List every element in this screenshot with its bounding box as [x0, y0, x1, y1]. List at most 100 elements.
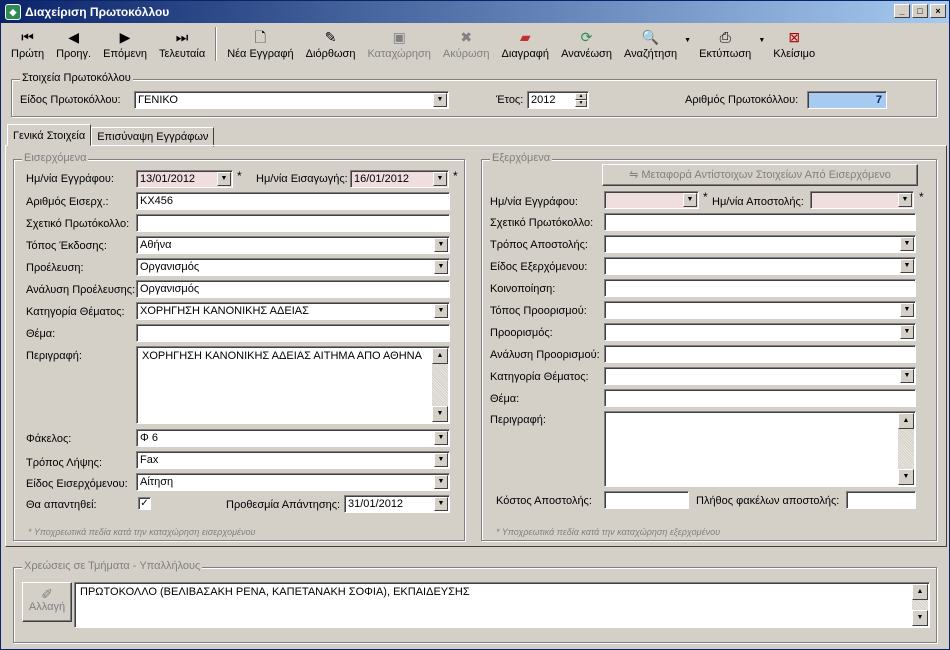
out-notify-field[interactable]: [604, 279, 916, 297]
chevron-down-icon[interactable]: ▼: [434, 431, 448, 445]
chevron-down-icon[interactable]: ▼: [900, 369, 914, 383]
transfer-button[interactable]: ⇋ Μεταφορά Αντίστοιχων Στοιχείων Από Εισ…: [602, 164, 918, 186]
protocol-number-field[interactable]: 7: [807, 91, 887, 109]
vertical-scrollbar[interactable]: ▲ ▼: [912, 584, 928, 626]
out-related-field[interactable]: [604, 213, 916, 231]
chevron-down-icon[interactable]: ▼: [434, 475, 448, 489]
chevron-down-icon[interactable]: ▼: [434, 304, 448, 318]
search-dropdown-icon[interactable]: ▼: [684, 37, 691, 44]
calendar-dropdown-icon[interactable]: ▼: [434, 497, 448, 511]
scroll-up-icon[interactable]: ▲: [898, 413, 914, 429]
chevron-down-icon[interactable]: ▼: [900, 259, 914, 273]
year-label: Έτος:: [496, 94, 524, 106]
in-place-label: Τόπος Έκδοσης:: [26, 240, 107, 252]
tab-general[interactable]: Γενικά Στοιχεία: [7, 124, 92, 146]
tab-attachments[interactable]: Επισύναψη Εγγράφων: [91, 127, 215, 147]
spin-down-icon[interactable]: ▼: [575, 100, 587, 107]
chevron-down-icon[interactable]: ▼: [433, 93, 447, 107]
chevron-down-icon[interactable]: ▼: [900, 237, 914, 251]
in-reply-checkbox[interactable]: ✓: [138, 497, 151, 510]
save-button[interactable]: ▣ Καταχώρηση: [361, 25, 436, 63]
in-subject-label: Θέμα:: [26, 328, 56, 340]
spinner-arrows-icon[interactable]: ▲ ▼: [575, 93, 587, 107]
delete-button[interactable]: ▰ Διαγραφή: [496, 25, 556, 63]
refresh-button[interactable]: ⟳ Ανανέωση: [555, 25, 618, 63]
chevron-down-icon[interactable]: ▼: [434, 238, 448, 252]
maximize-button[interactable]: □: [912, 4, 928, 18]
scroll-down-icon[interactable]: ▼: [912, 610, 928, 626]
out-doc-date-field[interactable]: ▼: [604, 191, 699, 209]
out-cost-field[interactable]: [604, 491, 689, 509]
in-doc-date-field[interactable]: 13/01/2012 ▼: [136, 170, 233, 188]
edit-button[interactable]: ✎ Διόρθωση: [300, 25, 362, 63]
last-button[interactable]: ⏭ Τελευταία: [153, 25, 211, 63]
chevron-down-icon[interactable]: ▼: [900, 325, 914, 339]
print-button[interactable]: ⎙ Εκτύπωση ▼: [693, 25, 765, 63]
first-button[interactable]: ⏮ Πρώτη: [5, 25, 50, 63]
out-subject-label: Θέμα:: [490, 393, 520, 405]
in-reply-label: Θα απαντηθεί:: [26, 499, 97, 511]
in-deadline-field[interactable]: 31/01/2012 ▼: [344, 495, 450, 513]
in-number-field[interactable]: ΚΧ456: [136, 192, 450, 210]
out-send-method-label: Τρόπος Αποστολής:: [490, 239, 588, 251]
in-description-textarea[interactable]: ΧΟΡΗΓΗΣΗ ΚΑΝΟΝΙΚΗΣ ΑΔΕΙΑΣ ΑΙΤΗΜΑ ΑΠΟ ΑΘΗ…: [136, 346, 450, 424]
search-button[interactable]: 🔍 Αναζήτηση ▼: [618, 25, 691, 63]
out-dest-detail-field[interactable]: [604, 345, 916, 363]
search-icon: 🔍: [641, 29, 660, 45]
out-description-textarea[interactable]: ▲ ▼: [604, 411, 916, 487]
in-origin-detail-field[interactable]: Οργανισμός: [136, 280, 450, 298]
edit-icon: ✎: [324, 29, 337, 45]
protocol-type-select[interactable]: ΓΕΝΙΚΟ ▼: [134, 91, 449, 109]
out-doc-date-label: Ημ/νία Εγγράφου:: [490, 196, 578, 208]
in-place-select[interactable]: Αθήνα ▼: [136, 236, 450, 254]
scroll-up-icon[interactable]: ▲: [912, 584, 928, 600]
minimize-button[interactable]: _: [894, 4, 910, 18]
scroll-down-icon[interactable]: ▼: [898, 469, 914, 485]
in-kind-select[interactable]: Αίτηση ▼: [136, 473, 450, 491]
close-window-button[interactable]: ×: [930, 4, 946, 18]
calendar-dropdown-icon[interactable]: ▼: [898, 193, 912, 207]
out-description-label: Περιγραφή:: [490, 414, 546, 426]
in-related-field[interactable]: [136, 214, 450, 232]
out-cost-label: Κόστος Αποστολής:: [496, 495, 592, 507]
title-bar[interactable]: ◆ Διαχείριση Πρωτοκόλλου _ □ ×: [1, 1, 949, 23]
chevron-down-icon[interactable]: ▼: [434, 260, 448, 274]
charges-textarea[interactable]: ΠΡΩΤΟΚΟΛΛΟ (ΒΕΛΙΒΑΣΑΚΗ ΡΕΝΑ, ΚΑΠΕΤΑΝΑΚΗ …: [74, 582, 930, 628]
chevron-down-icon[interactable]: ▼: [900, 303, 914, 317]
prev-button[interactable]: ◀ Προηγ.: [50, 25, 97, 63]
required-star: *: [237, 169, 242, 183]
change-button[interactable]: ✐ Αλλαγή: [22, 582, 72, 622]
vertical-scrollbar[interactable]: ▲ ▼: [432, 348, 448, 422]
out-send-date-field[interactable]: ▼: [810, 191, 914, 209]
in-origin-select[interactable]: Οργανισμός ▼: [136, 258, 450, 276]
scroll-up-icon[interactable]: ▲: [432, 348, 448, 364]
vertical-scrollbar[interactable]: ▲ ▼: [898, 413, 914, 485]
in-category-select[interactable]: ΧΟΡΗΓΗΣΗ ΚΑΝΟΝΙΚΗΣ ΑΔΕΙΑΣ ▼: [136, 302, 450, 320]
in-receipt-select[interactable]: Fax ▼: [136, 451, 450, 469]
next-button[interactable]: ▶ Επόμενη: [97, 25, 153, 63]
print-dropdown-icon[interactable]: ▼: [758, 37, 765, 44]
out-send-method-select[interactable]: ▼: [604, 235, 916, 253]
close-button[interactable]: ⊠ Κλείσιμο: [767, 25, 821, 63]
in-entry-date-field[interactable]: 16/01/2012 ▼: [350, 170, 449, 188]
in-number-label: Αριθμός Εισερχ.:: [26, 196, 109, 208]
calendar-dropdown-icon[interactable]: ▼: [433, 172, 447, 186]
cancel-button[interactable]: ✖ Ακύρωση: [437, 25, 496, 63]
spin-up-icon[interactable]: ▲: [575, 93, 587, 100]
calendar-dropdown-icon[interactable]: ▼: [217, 172, 231, 186]
scroll-down-icon[interactable]: ▼: [432, 406, 448, 422]
out-dest-select[interactable]: ▼: [604, 323, 916, 341]
out-kind-select[interactable]: ▼: [604, 257, 916, 275]
new-record-button[interactable]: 🗋 Νέα Εγγραφή: [221, 25, 299, 63]
in-deadline-label: Προθεσμία Απάντησης:: [226, 499, 341, 511]
out-folders-field[interactable]: [846, 491, 916, 509]
in-folder-select[interactable]: Φ 6 ▼: [136, 429, 450, 447]
out-category-select[interactable]: ▼: [604, 367, 916, 385]
chevron-down-icon[interactable]: ▼: [434, 453, 448, 467]
out-subject-field[interactable]: [604, 389, 916, 407]
year-spinner[interactable]: 2012 ▲ ▼: [527, 91, 589, 109]
in-subject-field[interactable]: [136, 324, 450, 342]
out-category-label: Κατηγορία Θέματος:: [490, 371, 589, 383]
calendar-dropdown-icon[interactable]: ▼: [683, 193, 697, 207]
out-dest-place-select[interactable]: ▼: [604, 301, 916, 319]
